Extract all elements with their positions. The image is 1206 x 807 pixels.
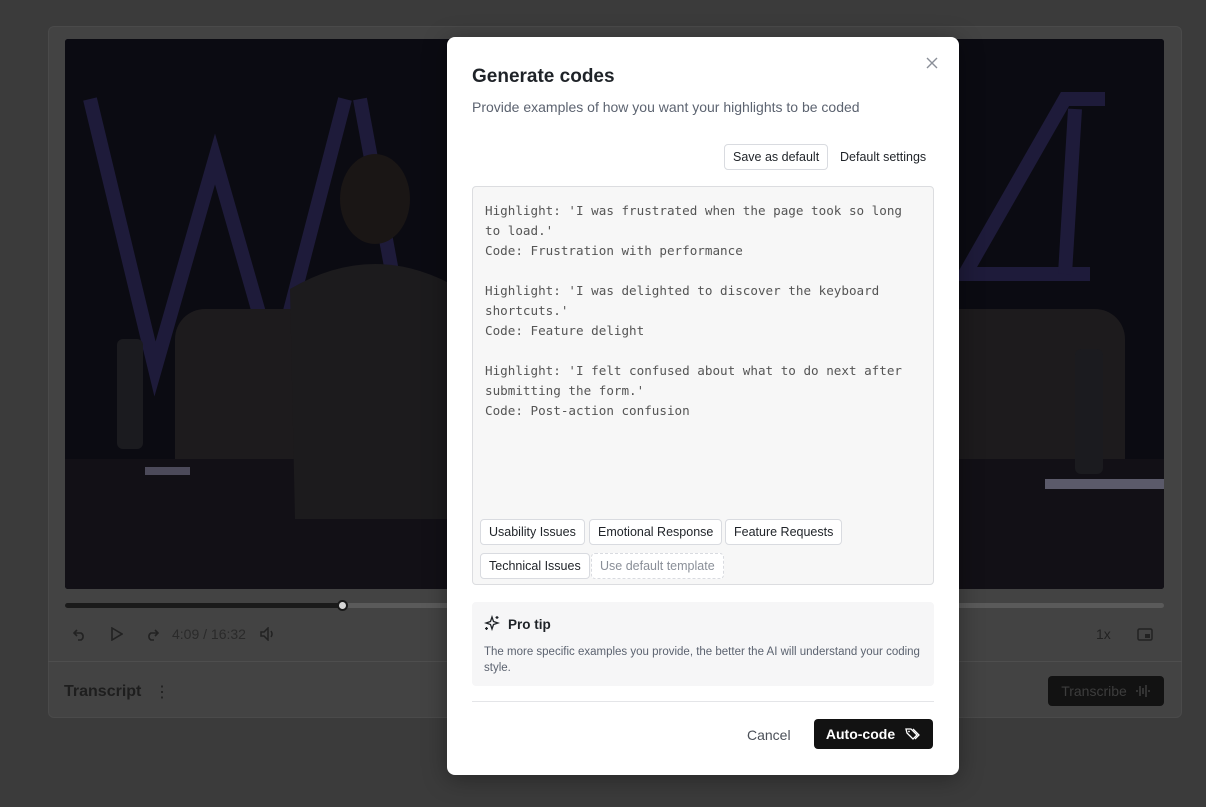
waveform-icon bbox=[1135, 685, 1150, 697]
more-options-icon[interactable]: ⋮ bbox=[154, 682, 170, 702]
playback-speed[interactable]: 1x bbox=[1096, 626, 1111, 642]
save-as-default-button[interactable]: Save as default bbox=[724, 144, 829, 170]
pro-tip-title: Pro tip bbox=[508, 617, 551, 632]
video-progress-handle[interactable] bbox=[337, 600, 348, 611]
picture-in-picture-icon[interactable] bbox=[1136, 626, 1154, 642]
template-chip-technical-issues[interactable]: Technical Issues bbox=[480, 553, 590, 579]
examples-text[interactable]: Highlight: 'I was frustrated when the pa… bbox=[485, 201, 921, 421]
template-chip-usability-issues[interactable]: Usability Issues bbox=[480, 519, 585, 545]
transcript-heading: Transcript bbox=[64, 683, 142, 700]
pro-tip-box: Pro tip The more specific examples you p… bbox=[472, 602, 934, 686]
pro-tip-body: The more specific examples you provide, … bbox=[484, 646, 920, 674]
template-chip-feature-requests[interactable]: Feature Requests bbox=[725, 519, 843, 545]
auto-code-button-label: Auto-code bbox=[825, 726, 896, 742]
play-icon[interactable] bbox=[108, 626, 124, 642]
forward-icon[interactable] bbox=[144, 626, 160, 642]
tags-icon bbox=[905, 728, 921, 740]
transcribe-button-label: Transcribe bbox=[1061, 683, 1127, 699]
auto-code-button[interactable]: Auto-code bbox=[814, 719, 933, 749]
dialog-subtitle: Provide examples of how you want your hi… bbox=[472, 99, 860, 115]
transcribe-button[interactable]: Transcribe bbox=[1048, 676, 1164, 706]
cancel-button[interactable]: Cancel bbox=[747, 727, 791, 743]
video-time: 4:09 / 16:32 bbox=[172, 626, 246, 642]
dialog-title: Generate codes bbox=[472, 66, 615, 87]
video-progress-fill bbox=[65, 603, 343, 608]
examples-textarea[interactable]: Highlight: 'I was frustrated when the pa… bbox=[472, 186, 934, 585]
use-default-template-button[interactable]: Use default template bbox=[591, 553, 724, 579]
footer-divider bbox=[472, 701, 934, 702]
template-chip-emotional-response[interactable]: Emotional Response bbox=[589, 519, 723, 545]
sparkles-icon bbox=[483, 614, 501, 636]
close-icon[interactable] bbox=[923, 54, 941, 72]
generate-codes-dialog: Generate codes Provide examples of how y… bbox=[447, 37, 959, 775]
default-settings-button[interactable]: Default settings bbox=[840, 144, 926, 170]
volume-icon[interactable] bbox=[259, 626, 277, 642]
rewind-icon[interactable] bbox=[72, 626, 88, 642]
